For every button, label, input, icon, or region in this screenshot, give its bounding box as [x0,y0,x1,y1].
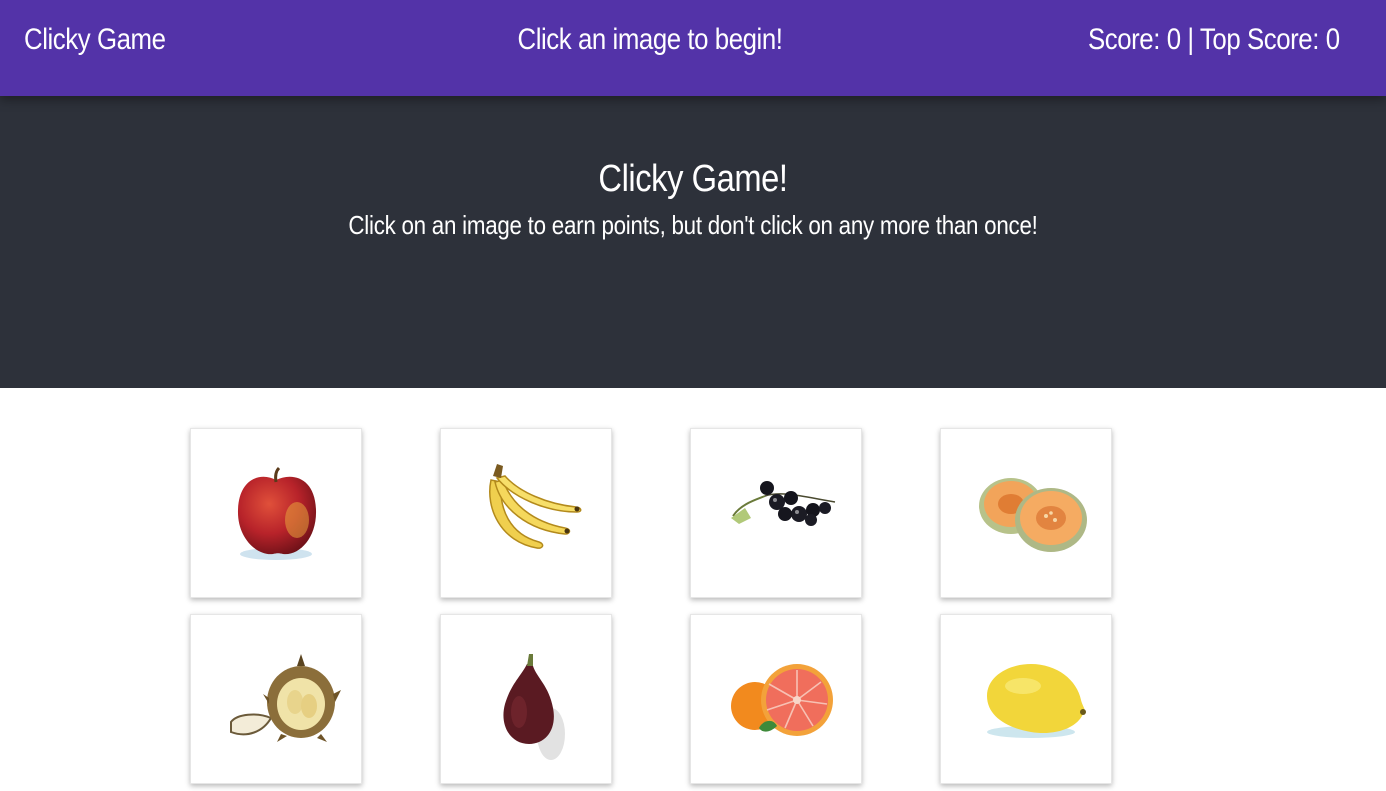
hero-subtitle: Click on an image to earn points, but do… [348,210,1038,240]
blackcurrant-icon [731,481,836,526]
fruit-card[interactable] [440,428,612,598]
hero-title: Clicky Game! [598,158,788,200]
cantaloupe-icon [979,478,1087,552]
score-label: Score: [1088,23,1161,56]
top-score-value: 0 [1326,23,1340,56]
status-message: Click an image to begin! [517,23,783,56]
fruit-card[interactable] [940,614,1112,784]
fig-icon [503,654,565,760]
fruit-card[interactable] [440,614,612,784]
score-separator: | [1187,23,1195,56]
fruit-card[interactable] [690,614,862,784]
top-score-label: Top Score: [1200,23,1320,56]
fruit-card[interactable] [190,428,362,598]
hero-banner: Clicky Game! Click on an image to earn p… [0,96,1386,388]
banana-icon [489,464,582,549]
score-display: Score: 0 | Top Score: 0 [1088,0,1340,80]
brand-title[interactable]: Clicky Game [24,0,166,80]
navbar: Clicky Game Click an image to begin! Sco… [0,0,1386,96]
apple-icon [237,466,317,560]
score-value: 0 [1167,23,1181,56]
fruit-card[interactable] [190,614,362,784]
card-grid [190,428,1112,784]
fruit-card[interactable] [690,428,862,598]
grapefruit-icon [731,664,833,736]
durian-icon [230,654,341,742]
fruit-card[interactable] [940,428,1112,598]
lemon-icon [987,664,1086,738]
